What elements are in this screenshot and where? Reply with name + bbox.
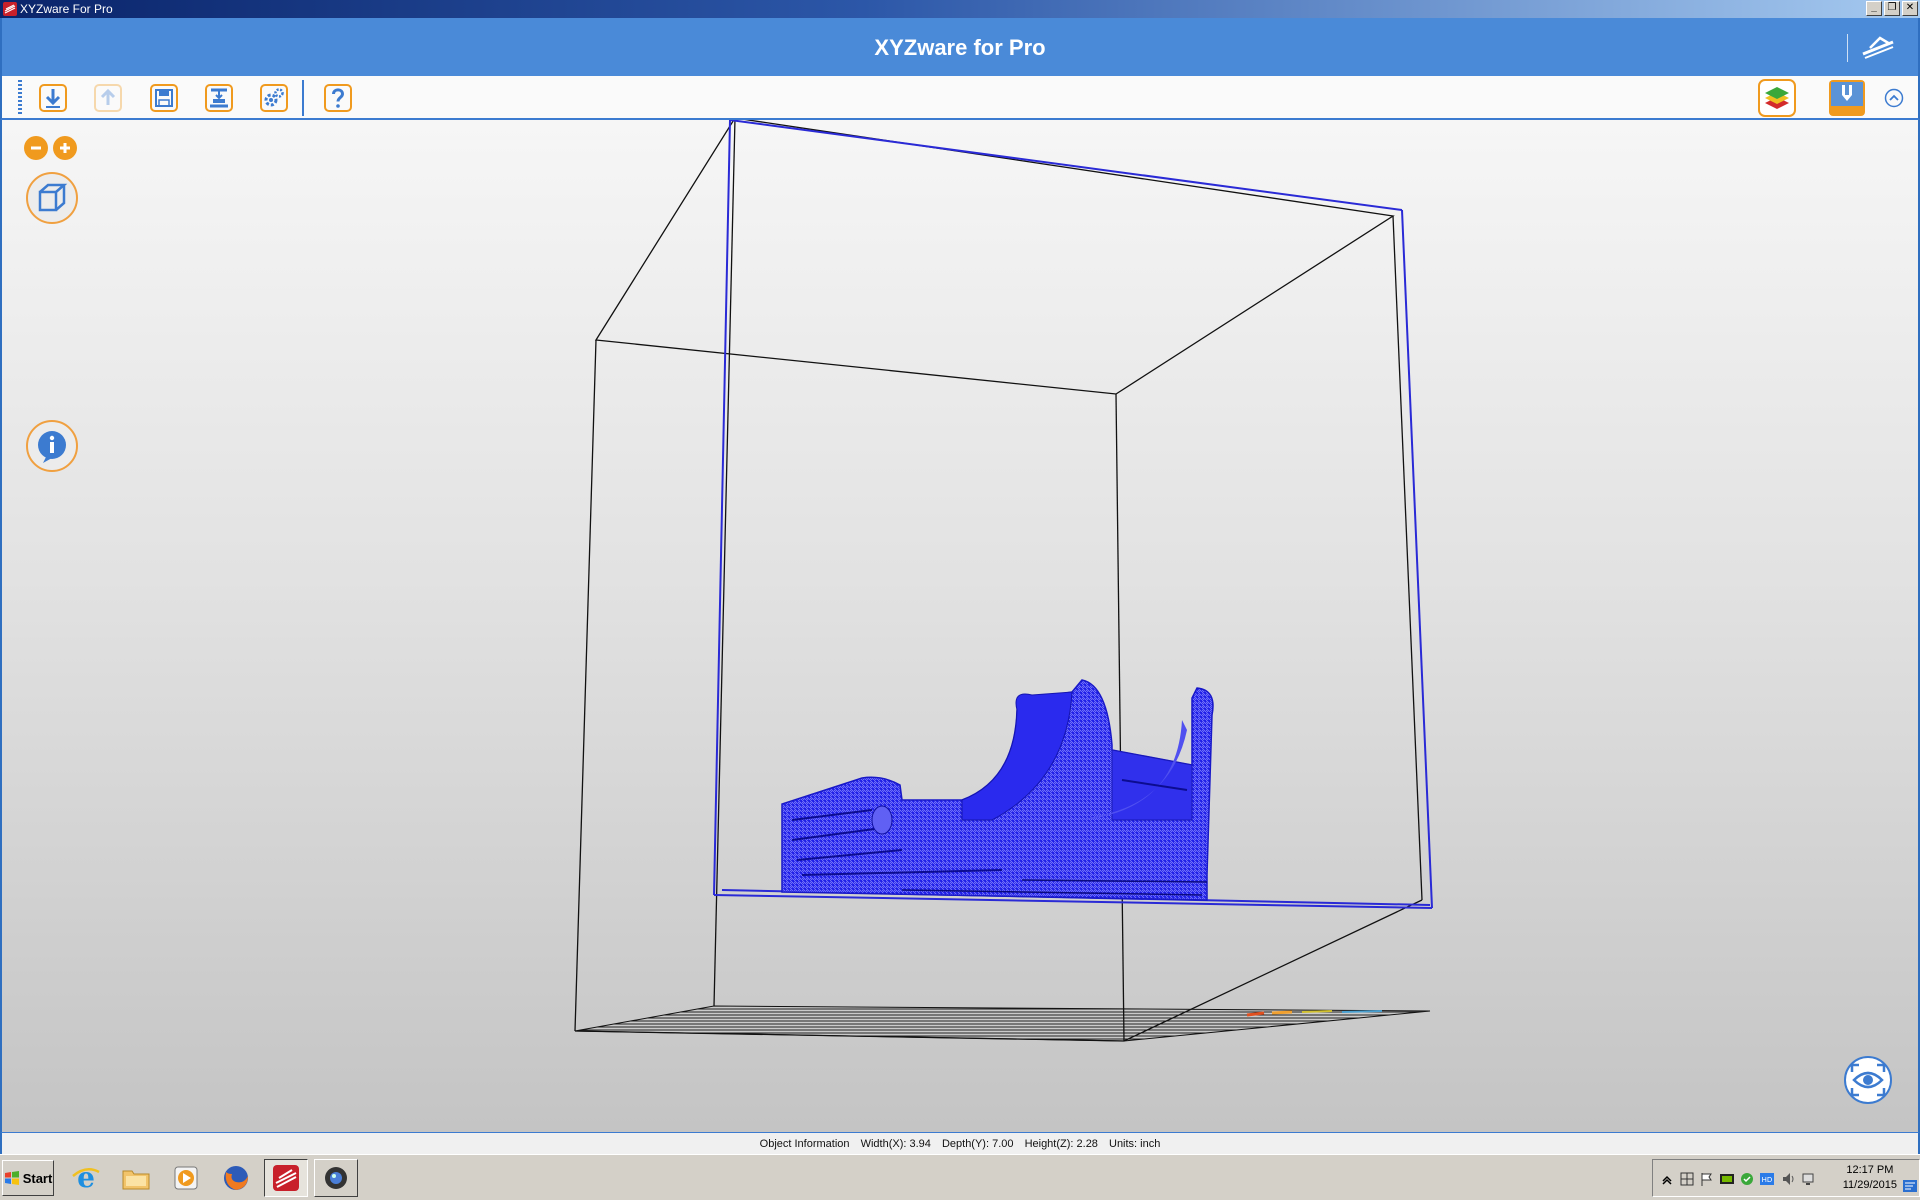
taskbar-camera-app[interactable] <box>314 1159 358 1197</box>
object-depth: Depth(Y): 7.00 <box>941 1138 1014 1150</box>
layers-button[interactable] <box>1758 79 1796 117</box>
windows-flag-icon <box>4 1171 19 1185</box>
zoom-out-button[interactable] <box>24 136 48 160</box>
media-play-icon <box>174 1166 198 1190</box>
tray-security-icon[interactable] <box>1739 1171 1755 1187</box>
tray-expand-icon[interactable] <box>1659 1171 1675 1187</box>
close-button[interactable]: ✕ <box>1902 1 1918 16</box>
firefox-icon <box>224 1166 248 1190</box>
svg-text:HD: HD <box>1762 1176 1773 1184</box>
tray-windows-icon[interactable] <box>1679 1171 1695 1187</box>
print-button[interactable] <box>202 81 236 115</box>
toolbar-separator <box>302 80 304 116</box>
taskbar-xyzware[interactable] <box>264 1159 308 1197</box>
clock-time: 12:17 PM <box>1846 1164 1894 1176</box>
windows-taskbar: Start e HD 12:17 PM 11/29/2015 <box>0 1154 1920 1200</box>
window-title: XYZware For Pro <box>20 2 113 16</box>
import-button[interactable] <box>36 81 70 115</box>
start-button[interactable]: Start <box>2 1160 54 1196</box>
export-arrow-icon <box>94 84 122 112</box>
build-volume-scene[interactable] <box>2 120 1920 1132</box>
toolbar-grip[interactable] <box>18 80 22 116</box>
chevron-up-icon[interactable] <box>1884 88 1904 108</box>
camera-icon <box>325 1167 347 1189</box>
export-button[interactable] <box>91 81 125 115</box>
camera-view-button[interactable] <box>1844 1056 1892 1104</box>
tray-flag-icon[interactable] <box>1699 1171 1715 1187</box>
minimize-button[interactable]: _ <box>1866 1 1882 16</box>
clock-date: 11/29/2015 <box>1842 1179 1897 1191</box>
info-icon <box>38 431 66 463</box>
import-arrow-icon <box>39 84 67 112</box>
save-button[interactable] <box>147 81 181 115</box>
object-width: Width(X): 3.94 <box>860 1138 931 1150</box>
minus-icon <box>31 146 41 150</box>
eye-icon <box>1850 1063 1886 1097</box>
plus-icon <box>60 143 70 153</box>
help-button[interactable] <box>321 81 355 115</box>
object-info-label: Object Information <box>759 1138 850 1150</box>
notification-icon[interactable] <box>1903 1180 1917 1192</box>
layers-icon <box>1758 79 1796 117</box>
tray-nvidia-icon[interactable] <box>1719 1171 1735 1187</box>
taskbar-internet-explorer[interactable]: e <box>64 1159 108 1197</box>
folder-icon <box>122 1170 150 1190</box>
info-button[interactable] <box>26 420 78 472</box>
zoom-in-button[interactable] <box>53 136 77 160</box>
object-units: Units: inch <box>1109 1138 1161 1150</box>
tray-hd-icon[interactable]: HD <box>1759 1171 1775 1187</box>
svg-text:e: e <box>77 1162 95 1194</box>
window-controls: _ ❐ ✕ <box>1866 1 1918 16</box>
xyzware-app-icon <box>3 2 17 16</box>
view-cube-button[interactable] <box>26 172 78 224</box>
app-title: XYZware for Pro <box>874 35 1046 60</box>
restore-button[interactable]: ❐ <box>1884 1 1900 16</box>
floppy-disk-icon <box>150 84 178 112</box>
xyzware-icon <box>273 1165 299 1191</box>
tray-network-icon[interactable] <box>1801 1171 1817 1187</box>
taskbar-media-player[interactable] <box>164 1159 208 1197</box>
tray-volume-icon[interactable] <box>1781 1171 1797 1187</box>
gears-icon <box>260 84 288 112</box>
object-height: Height(Z): 2.28 <box>1024 1138 1098 1150</box>
printer-model-button[interactable] <box>1828 79 1866 117</box>
taskbar-clock[interactable]: 12:17 PM 11/29/2015 <box>1843 1163 1897 1193</box>
question-mark-icon <box>324 84 352 112</box>
header-separator <box>1847 34 1848 62</box>
3d-viewport[interactable] <box>0 120 1920 1132</box>
settings-button[interactable] <box>257 81 291 115</box>
taskbar-file-explorer[interactable] <box>114 1159 158 1197</box>
cube-icon <box>38 183 68 212</box>
printer-model-icon <box>1829 80 1865 116</box>
3d-model[interactable] <box>781 679 1214 901</box>
taskbar-firefox[interactable] <box>214 1159 258 1197</box>
main-toolbar <box>0 76 1920 120</box>
build-platform <box>574 1005 1431 1042</box>
object-info-statusbar: Object Information Width(X): 3.94 Depth(… <box>0 1132 1920 1154</box>
window-titlebar: XYZware For Pro _ ❐ ✕ <box>0 0 1920 18</box>
system-tray: HD 12:17 PM 11/29/2015 <box>1652 1159 1920 1197</box>
start-label: Start <box>22 1170 53 1186</box>
xyz-logo-icon[interactable] <box>1860 34 1896 62</box>
app-header: XYZware for Pro <box>0 18 1920 76</box>
printer-icon <box>205 84 233 112</box>
ie-icon: e <box>72 1162 100 1194</box>
